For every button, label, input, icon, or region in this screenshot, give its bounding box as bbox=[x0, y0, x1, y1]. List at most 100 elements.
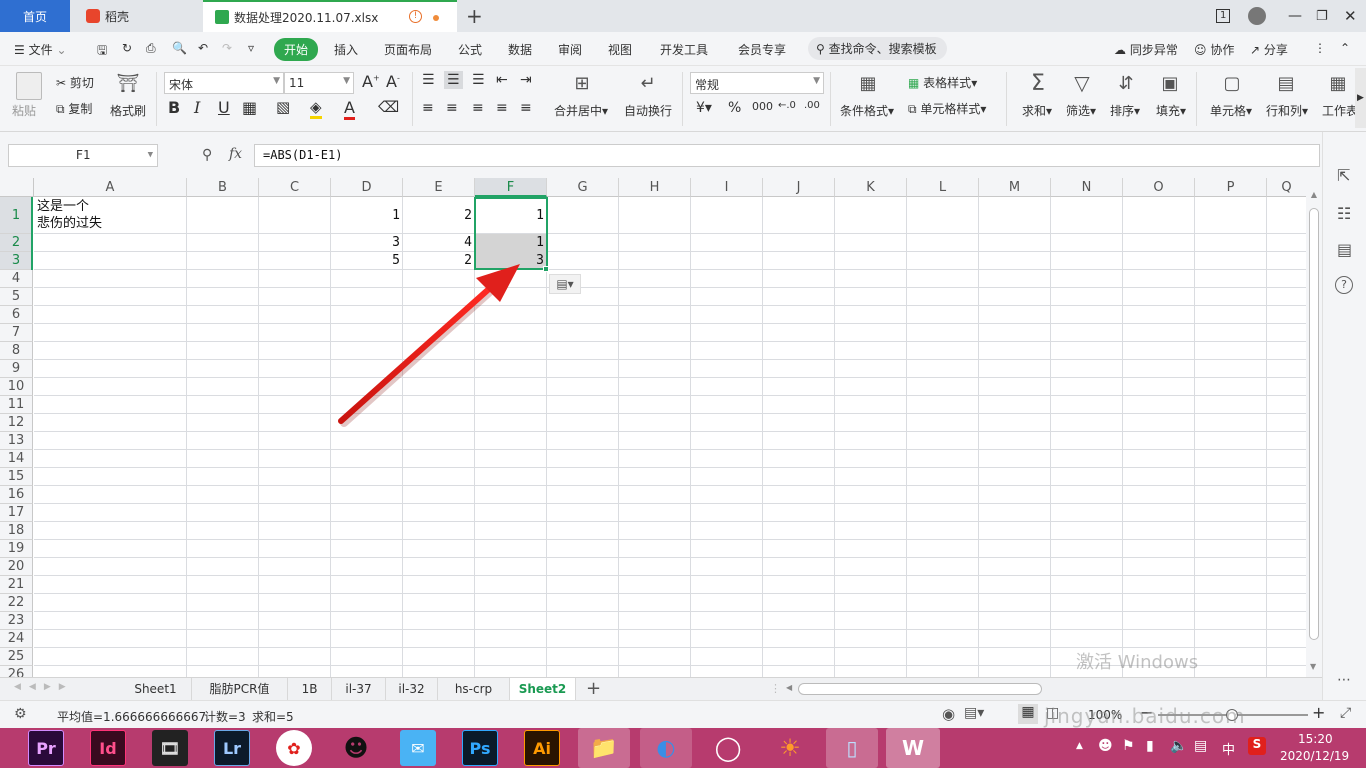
conditional-format-button[interactable]: 条件格式▾ bbox=[840, 102, 894, 119]
scroll-up-icon[interactable]: ▲ bbox=[1306, 190, 1322, 199]
tab-shell[interactable]: 稻壳 bbox=[72, 0, 200, 32]
illustrator-icon[interactable]: Ai bbox=[524, 730, 560, 766]
sort-icon[interactable]: ⇵ bbox=[1114, 70, 1138, 96]
select-cursor-icon[interactable]: ⇱ bbox=[1337, 166, 1350, 185]
file-explorer-icon[interactable]: 📁 bbox=[578, 728, 630, 768]
merge-style-icon[interactable]: ▧ bbox=[276, 98, 290, 116]
sheet-tab-1[interactable]: Sheet1 bbox=[120, 678, 192, 700]
percent-icon[interactable]: % bbox=[728, 100, 741, 116]
name-box[interactable]: F1 ▼ bbox=[8, 144, 158, 167]
zoom-formula-icon[interactable]: ⚲ bbox=[202, 147, 212, 163]
number-format-select[interactable]: 常规 ▼ bbox=[690, 72, 824, 94]
ime-indicator[interactable]: 中 bbox=[1222, 739, 1235, 758]
indent-decrease-icon[interactable]: ⇤ bbox=[496, 72, 508, 88]
align-top-icon[interactable]: ☰ bbox=[422, 72, 435, 88]
tab-home[interactable]: 首页 bbox=[0, 0, 70, 32]
menu-insert[interactable]: 插入 bbox=[334, 41, 358, 58]
border-icon[interactable]: ▦ bbox=[242, 98, 257, 117]
help-icon[interactable]: ? bbox=[1335, 276, 1353, 294]
sheet-tab-7[interactable]: Sheet2 bbox=[510, 678, 576, 700]
avatar[interactable] bbox=[1248, 0, 1270, 32]
tray-volume-icon[interactable]: 🔈 bbox=[1170, 738, 1187, 754]
undo-icon[interactable]: ↶ bbox=[198, 41, 208, 55]
close-window-button[interactable]: ✕ bbox=[1344, 0, 1364, 32]
conditional-format-icon[interactable]: ▦ bbox=[856, 72, 880, 94]
align-center-icon[interactable]: ≡ bbox=[446, 100, 458, 116]
fill-icon[interactable]: ▣ bbox=[1158, 70, 1182, 96]
fill-button[interactable]: 填充▾ bbox=[1156, 102, 1186, 119]
sheet-tab-3[interactable]: 1B bbox=[288, 678, 332, 700]
menu-member[interactable]: 会员专享 bbox=[738, 41, 786, 58]
tray-up-arrow-icon[interactable]: ▲ bbox=[1076, 741, 1083, 751]
chrome-icon[interactable]: ◯ bbox=[710, 730, 746, 766]
indent-increase-icon[interactable]: ⇥ bbox=[520, 72, 532, 88]
bold-icon[interactable]: B bbox=[168, 98, 180, 117]
table-style-button[interactable]: ▦ 表格样式▾ bbox=[908, 74, 977, 91]
cell-style-button[interactable]: ⧉ 单元格样式▾ bbox=[908, 100, 986, 117]
qq-icon[interactable]: ☻ bbox=[338, 730, 374, 766]
filter-icon[interactable]: ▽ bbox=[1070, 70, 1094, 96]
justify-icon[interactable]: ≡ bbox=[496, 100, 508, 116]
indesign-icon[interactable]: Id bbox=[90, 730, 126, 766]
sheet-tab-6[interactable]: hs-crp bbox=[438, 678, 510, 700]
merge-center-icon[interactable]: ⊞ bbox=[570, 72, 594, 94]
tray-battery-icon[interactable]: ▮ bbox=[1146, 738, 1154, 754]
command-search[interactable]: ⚲ 查找命令、搜索模板 bbox=[808, 37, 947, 60]
menu-page-layout[interactable]: 页面布局 bbox=[384, 41, 432, 58]
format-painter-button[interactable]: 格式刷 bbox=[110, 102, 146, 119]
scroll-down-icon[interactable]: ▼ bbox=[1310, 662, 1316, 671]
row-col-button[interactable]: 行和列▾ bbox=[1266, 102, 1308, 119]
decrease-decimal-icon[interactable]: .00 bbox=[804, 100, 820, 111]
notebook-icon[interactable]: ▯ bbox=[826, 728, 878, 768]
cell-icon[interactable]: ▢ bbox=[1220, 70, 1244, 96]
split-handle[interactable]: ⋮ bbox=[770, 682, 781, 695]
align-middle-icon[interactable]: ☰ bbox=[444, 71, 463, 89]
align-left-icon[interactable]: ≡ bbox=[422, 100, 434, 116]
save-icon[interactable]: 🖫 bbox=[97, 41, 107, 62]
normal-view-icon[interactable]: ▦ bbox=[1018, 704, 1038, 724]
copy-button[interactable]: ⧉ 复制 bbox=[56, 100, 92, 117]
collapse-ribbon-icon[interactable]: ⌃ bbox=[1340, 41, 1350, 55]
settings-sliders-icon[interactable]: ☷ bbox=[1337, 204, 1351, 223]
tray-sogou-icon[interactable]: S bbox=[1248, 737, 1266, 755]
minimize-button[interactable]: — bbox=[1288, 0, 1308, 32]
eye-protection-icon[interactable]: ◉ bbox=[942, 705, 955, 723]
currency-icon[interactable]: ¥▾ bbox=[696, 100, 712, 116]
filter-button[interactable]: 筛选▾ bbox=[1066, 102, 1096, 119]
macro-status-icon[interactable]: ⚙ bbox=[14, 706, 27, 722]
new-tab-button[interactable]: + bbox=[466, 0, 486, 32]
share-button[interactable]: ↗ 分享 bbox=[1250, 41, 1288, 58]
format-painter-icon[interactable]: ⛩ bbox=[117, 70, 140, 96]
add-sheet-button[interactable]: + bbox=[586, 678, 601, 700]
pinwheel-icon[interactable]: ✿ bbox=[276, 730, 312, 766]
horizontal-scroll-thumb[interactable] bbox=[798, 683, 1042, 695]
ribbon-scroll-button[interactable]: ▶ bbox=[1355, 68, 1366, 128]
font-name-select[interactable]: 宋体 ▼ bbox=[164, 72, 284, 94]
fill-color-icon[interactable]: ◈ bbox=[310, 98, 322, 119]
worksheet-button[interactable]: 工作表 bbox=[1322, 102, 1356, 119]
sheet-tab-5[interactable]: il-32 bbox=[386, 678, 438, 700]
zoom-in-button[interactable]: + bbox=[1312, 703, 1325, 722]
wrap-text-button[interactable]: 自动换行 bbox=[624, 102, 672, 119]
properties-icon[interactable]: ▤ bbox=[1337, 240, 1352, 259]
collab-button[interactable]: ☺ 协作 bbox=[1194, 41, 1234, 58]
print-icon[interactable]: ⎙ bbox=[146, 41, 156, 56]
cut-button[interactable]: ✂ 剪切 bbox=[56, 74, 94, 91]
chat-app-icon[interactable]: ✉ bbox=[400, 730, 436, 766]
thousands-icon[interactable]: 000 bbox=[752, 100, 773, 113]
menu-developer[interactable]: 开发工具 bbox=[660, 41, 708, 58]
vertical-scroll-thumb[interactable] bbox=[1309, 208, 1319, 640]
font-size-select[interactable]: 11 ▼ bbox=[284, 72, 354, 94]
wps-spreadsheet-icon[interactable]: W bbox=[886, 728, 940, 768]
tray-qq-icon[interactable]: ☻ bbox=[1098, 738, 1113, 754]
formula-input[interactable]: =ABS(D1-E1) bbox=[254, 144, 1320, 167]
redo-icon[interactable]: ↷ bbox=[222, 41, 232, 55]
more-quick-icon[interactable]: ▿ bbox=[248, 41, 254, 55]
layout-toggle-icon[interactable]: ▤▾ bbox=[964, 705, 984, 721]
sheet-tab-4[interactable]: il-37 bbox=[332, 678, 386, 700]
eraser-icon[interactable]: ⌫ bbox=[378, 98, 399, 116]
firefox-icon[interactable]: ☀ bbox=[772, 730, 808, 766]
increase-decimal-icon[interactable]: ←.0 bbox=[778, 100, 796, 111]
tray-flag-icon[interactable]: ⚑ bbox=[1122, 738, 1135, 754]
menu-review[interactable]: 审阅 bbox=[558, 41, 582, 58]
